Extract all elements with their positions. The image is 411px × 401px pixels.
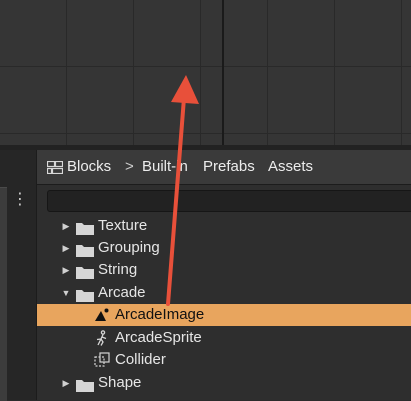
tree-item-shape[interactable]: ▶ Shape (37, 372, 411, 394)
search-input[interactable] (47, 190, 411, 212)
collider-icon (94, 352, 110, 368)
expand-arrow-icon[interactable]: ▶ (61, 237, 71, 259)
folder-icon (76, 242, 94, 257)
arcade-image-icon (94, 307, 110, 323)
tab-prefabs[interactable]: Prefabs (203, 158, 255, 175)
tree-item-string[interactable]: ▶ String (37, 259, 411, 281)
tree-item-label: Arcade (98, 284, 146, 301)
tree-item-label: Texture (98, 217, 148, 234)
blocks-panel: Blocks > Built-in Prefabs Assets ▶ Textu… (36, 150, 411, 400)
folder-icon (76, 264, 94, 279)
tree-item-label: Grouping (98, 239, 160, 256)
tree-item-label: Shape (98, 374, 142, 391)
viewport-divider[interactable] (222, 0, 224, 145)
tree-item-label: String (98, 261, 138, 278)
tree-item-grouping[interactable]: ▶ Grouping (37, 237, 411, 259)
tree-item-arcade-sprite[interactable]: ArcadeSprite (37, 327, 411, 349)
tree-item-arcade-image[interactable]: ArcadeImage (37, 304, 411, 326)
kebab-menu-icon[interactable]: ⋮ (12, 191, 28, 209)
tree-item-texture[interactable]: ▶ Texture (37, 215, 411, 237)
tree-item-label: ArcadeSprite (115, 329, 202, 346)
folder-icon (76, 287, 94, 302)
scene-viewport[interactable] (0, 0, 411, 145)
folder-icon (76, 220, 94, 235)
left-panel-field (0, 187, 7, 401)
tab-assets[interactable]: Assets (268, 158, 313, 175)
expand-arrow-icon[interactable]: ▶ (61, 215, 71, 237)
collapse-arrow-icon[interactable]: ▼ (61, 282, 71, 304)
breadcrumb-separator: > (125, 158, 134, 175)
arcade-sprite-icon (94, 330, 110, 346)
tree-item-label: ArcadeImage (115, 306, 205, 323)
expand-arrow-icon[interactable]: ▶ (61, 372, 71, 394)
tab-built-in[interactable]: Built-in (142, 158, 188, 175)
tab-blocks[interactable]: Blocks (67, 158, 111, 175)
expand-arrow-icon[interactable]: ▶ (61, 259, 71, 281)
blocks-icon (46, 160, 64, 178)
tree-item-label: Collider (115, 351, 166, 368)
tree-item-arcade[interactable]: ▼ Arcade (37, 282, 411, 304)
blocks-tabbar: Blocks > Built-in Prefabs Assets (37, 150, 411, 185)
folder-icon (76, 377, 94, 392)
tree-item-collider[interactable]: Collider (37, 349, 411, 371)
